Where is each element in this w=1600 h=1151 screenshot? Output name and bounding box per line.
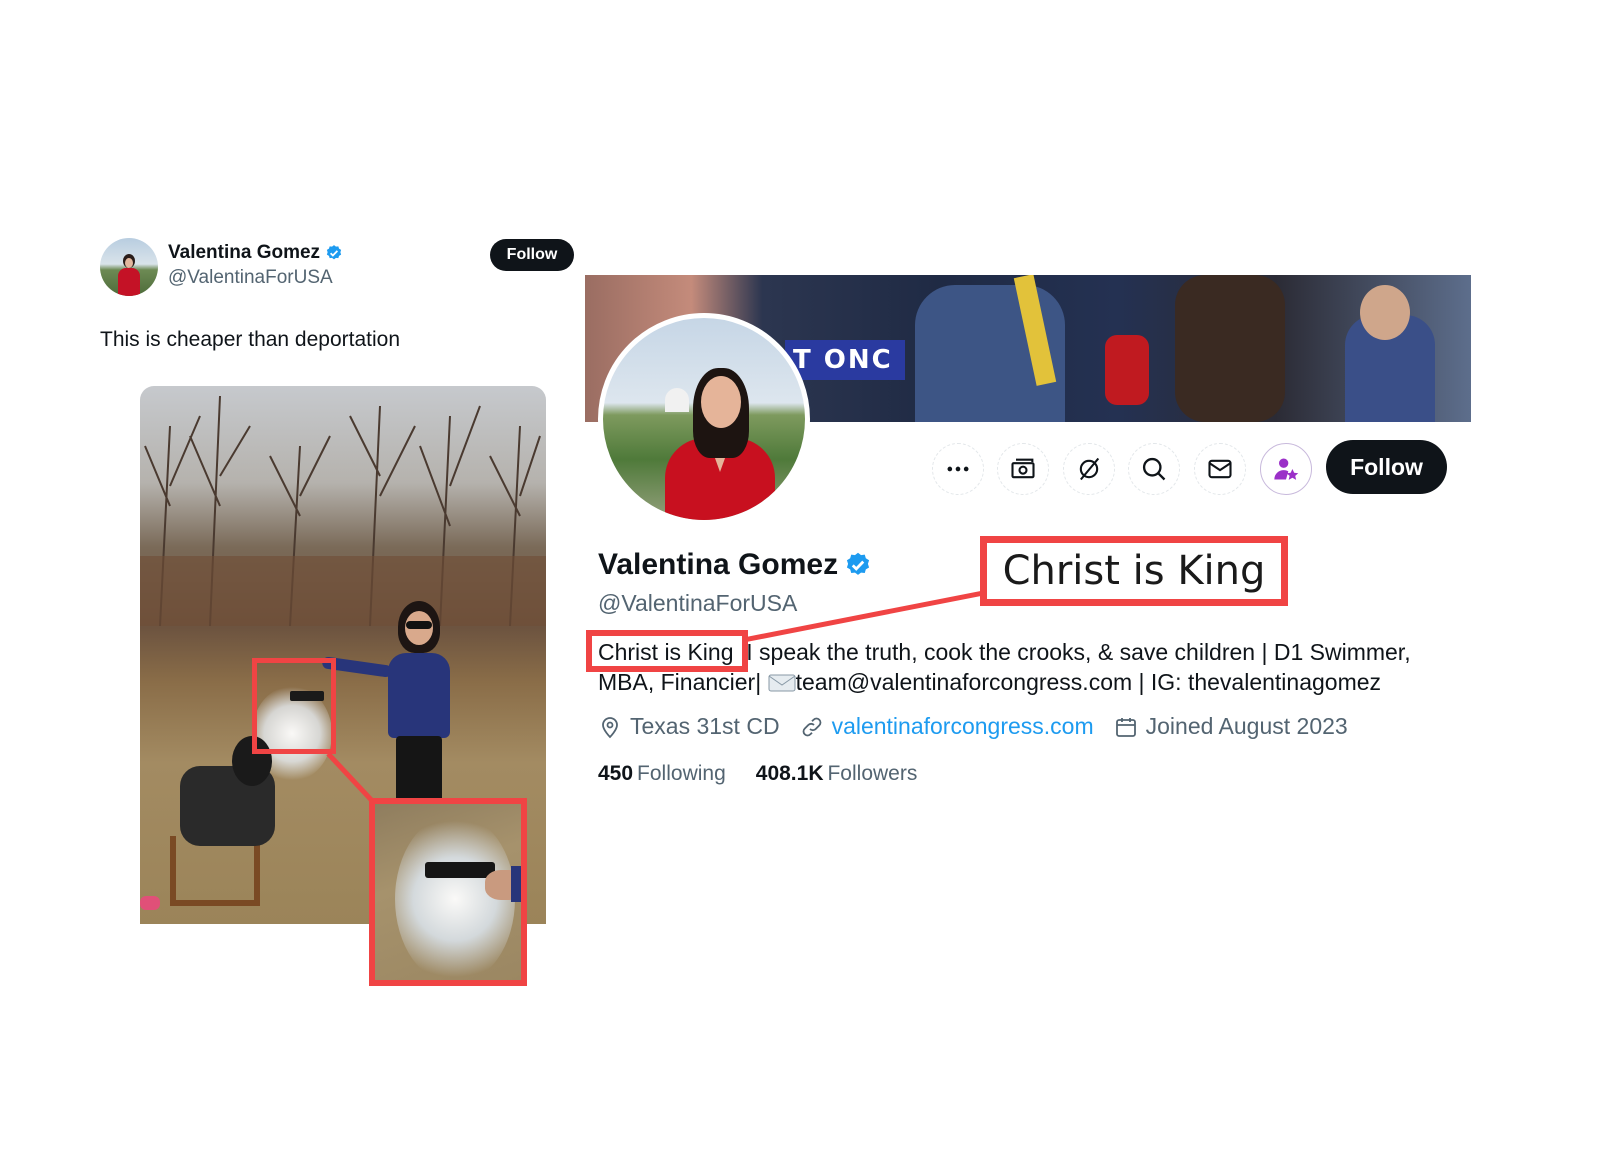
callout-box: Christ is King	[980, 536, 1288, 606]
followers-label: Followers	[827, 762, 918, 785]
grok-button[interactable]	[1063, 443, 1115, 495]
link-icon	[802, 717, 821, 736]
location-text: Texas 31st CD	[630, 713, 780, 739]
website-link[interactable]: valentinaforcongress.com	[832, 713, 1094, 740]
bio-line-2-start: MBA, Financier|	[598, 669, 768, 695]
profile-meta: Texas 31st CD valentinaforcongress.com J…	[598, 713, 1368, 740]
banner-sign: T ONC	[785, 340, 905, 380]
tweet-avatar[interactable]	[100, 238, 158, 296]
envelope-emoji-icon	[768, 674, 796, 692]
joined-item: Joined August 2023	[1114, 713, 1348, 740]
followers-count: 408.1K	[755, 762, 824, 785]
website-item[interactable]: valentinaforcongress.com	[800, 713, 1094, 740]
bio-highlight-box	[586, 630, 748, 672]
following-label: Following	[637, 762, 726, 785]
followers-stat[interactable]: 408.1K Followers	[756, 762, 918, 786]
subscribe-button[interactable]	[1260, 443, 1312, 495]
profile-name-row: Valentina Gomez	[598, 548, 872, 582]
callout-text: Christ is King	[1002, 548, 1266, 594]
message-icon	[1208, 459, 1232, 479]
joined-text: Joined August 2023	[1145, 713, 1348, 739]
grok-icon	[1079, 457, 1100, 481]
zoom-source-highlight	[252, 658, 336, 754]
profile-display-name: Valentina Gomez	[598, 548, 839, 581]
tweet-text: This is cheaper than deportation	[100, 328, 401, 351]
zoom-inset	[369, 798, 527, 986]
verified-badge-icon[interactable]	[844, 551, 872, 579]
profile-stats: 450 Following 408.1K Followers	[598, 762, 917, 786]
tweet-handle[interactable]: @ValentinaForUSA	[168, 267, 333, 289]
profile-handle: @ValentinaForUSA	[598, 590, 798, 616]
calendar-icon	[1115, 717, 1136, 737]
tweet-follow-button[interactable]: Follow	[490, 239, 574, 271]
verified-badge-icon	[326, 245, 342, 260]
tweet-display-name[interactable]: Valentina Gomez	[168, 242, 320, 264]
more-icon	[947, 466, 969, 472]
following-stat[interactable]: 450 Following	[598, 762, 726, 786]
bio-line-2-end: team@valentinaforcongress.com | IG: thev…	[795, 669, 1382, 695]
subscribe-money-icon	[1011, 458, 1035, 479]
subscribe-star-icon	[1274, 458, 1299, 480]
photo-trees	[140, 395, 546, 626]
photo-seated-figure	[140, 736, 290, 916]
profile-avatar[interactable]	[598, 313, 810, 525]
location-pin-icon	[602, 716, 618, 738]
photo-woman-figure	[321, 601, 465, 806]
location-item: Texas 31st CD	[598, 713, 780, 740]
following-count: 450	[598, 762, 634, 785]
tweet-author[interactable]: Valentina Gomez	[168, 242, 343, 264]
profile-follow-button[interactable]: Follow	[1326, 440, 1447, 494]
more-button[interactable]	[932, 443, 984, 495]
search-button[interactable]	[1128, 443, 1180, 495]
message-button[interactable]	[1194, 443, 1246, 495]
subscribe-money-button[interactable]	[997, 443, 1049, 495]
search-icon	[1142, 457, 1166, 481]
